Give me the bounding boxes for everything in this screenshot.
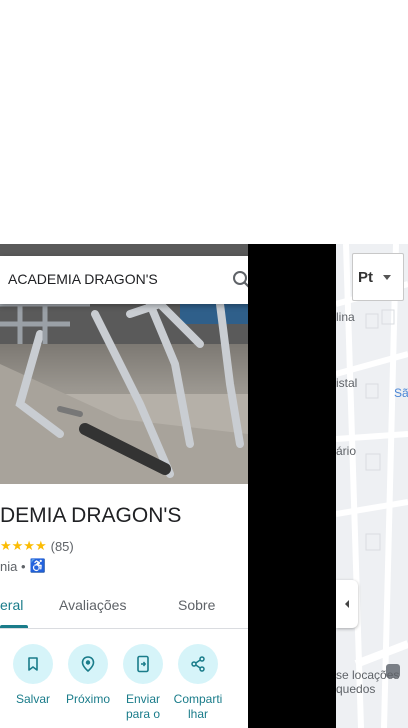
place-tabs: eral Avaliações Sobre: [0, 584, 248, 629]
send-to-phone-button[interactable]: Enviar para o: [115, 644, 171, 722]
star-rating: ★★★★: [0, 538, 47, 553]
tab-about[interactable]: Sobre: [178, 597, 215, 613]
map-label-1: lina: [336, 310, 355, 324]
map-view[interactable]: lina istal Sã ário se locações quedos: [336, 244, 408, 728]
save-label: Salvar: [15, 692, 50, 706]
blank-area: [0, 0, 408, 244]
active-tab-indicator: [0, 625, 28, 628]
place-info-panel: DEMIA DRAGON'S ★★★★ (85) nia • ♿ eral Av…: [0, 484, 248, 728]
review-count[interactable]: (85): [51, 539, 74, 554]
tab-reviews[interactable]: Avaliações: [59, 597, 126, 613]
place-category: nia •: [0, 558, 26, 574]
share-label: Comparti lhar: [173, 692, 223, 721]
tab-overview[interactable]: eral: [0, 597, 23, 613]
save-button[interactable]: Salvar: [5, 644, 61, 707]
map-layers-button[interactable]: Pt: [352, 253, 404, 301]
share-button[interactable]: Comparti lhar: [170, 644, 226, 722]
send-to-phone-label: Enviar para o: [125, 692, 161, 721]
nearby-button[interactable]: Próximo: [60, 644, 116, 707]
chevron-down-icon: [383, 274, 391, 280]
search-input[interactable]: ACADEMIA DRAGON'S: [8, 271, 158, 287]
nearby-icon: [68, 644, 108, 684]
map-label-5: se locações: [336, 668, 400, 682]
share-icon: [178, 644, 218, 684]
map-label-2: istal: [336, 376, 358, 390]
place-title: DEMIA DRAGON'S: [0, 504, 182, 527]
map-label-4: ário: [336, 444, 357, 458]
map-label-6: quedos: [336, 682, 376, 696]
collapse-panel-button[interactable]: [336, 580, 358, 628]
chevron-left-icon: [345, 600, 349, 608]
map-label-3: Sã: [394, 386, 408, 400]
black-panel: [248, 244, 336, 728]
nearby-label: Próximo: [65, 692, 110, 706]
category-row: nia • ♿: [0, 558, 46, 574]
layers-glyph: Pt: [358, 268, 373, 286]
send-to-phone-icon: [123, 644, 163, 684]
wheelchair-icon: ♿: [29, 558, 46, 573]
rating-row[interactable]: ★★★★ (85): [0, 538, 74, 554]
bookmark-icon: [13, 644, 53, 684]
